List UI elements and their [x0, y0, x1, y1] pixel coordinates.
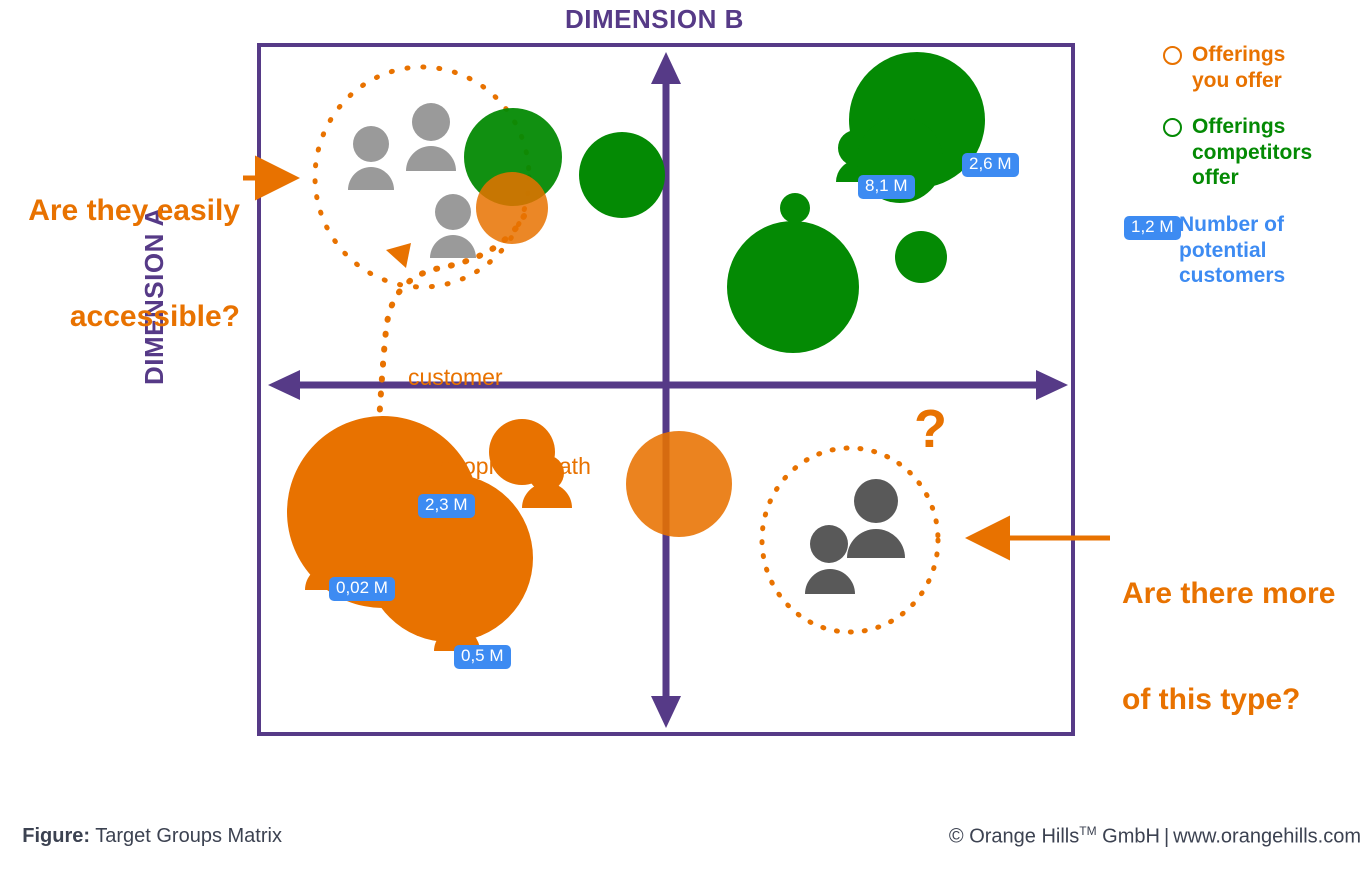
- legend: Offerings you offer Offerings competitor…: [1124, 42, 1361, 310]
- value-badge: 0,5 M: [454, 645, 511, 669]
- value-badge: 0,02 M: [329, 577, 395, 601]
- bubble-own: [476, 172, 548, 244]
- accessibility-question-line1: Are they easily: [28, 193, 240, 227]
- unknown-type-cluster-circle: [759, 445, 941, 635]
- competitor-cluster-top-right: [727, 52, 985, 353]
- unknown-type-question: Are there more of this type?: [1122, 505, 1361, 788]
- legend-label-line2: competitors: [1192, 140, 1313, 164]
- bubble-own-center: [626, 431, 732, 537]
- path-label-line1: customer: [408, 363, 503, 390]
- footer-separator: |: [1163, 825, 1170, 848]
- axis-arrow-right: [1036, 370, 1068, 400]
- entity-text: GmbH: [1102, 825, 1160, 848]
- unknown-type-question-line1: Are there more: [1122, 576, 1336, 610]
- legend-marker-own: [1152, 42, 1192, 65]
- bubble-own-small: [433, 593, 473, 633]
- value-badge: 2,3 M: [418, 494, 475, 518]
- value-badge-sample: 1,2 M: [1124, 216, 1181, 240]
- bubble-competitor-small: [780, 193, 810, 223]
- accessibility-question: Are they easily accessible?: [0, 122, 240, 405]
- question-mark-annotation: ?: [914, 399, 947, 459]
- person-icon: [348, 126, 394, 190]
- accessibility-question-line2: accessible?: [69, 299, 240, 333]
- target-groups-matrix-figure: DIMENSION B DIMENSION A Are they easily …: [0, 0, 1361, 848]
- figure-caption-title: Target Groups Matrix: [95, 825, 282, 847]
- x-axis-title: DIMENSION B: [565, 4, 744, 34]
- axis-arrow-down: [651, 696, 681, 728]
- person-icon: [406, 103, 456, 171]
- bubble-competitor: [895, 231, 947, 283]
- value-badge: 2,6 M: [962, 153, 1019, 177]
- path-label-line2: development path: [408, 453, 591, 480]
- bubble-competitor: [727, 221, 859, 353]
- axis-arrow-up: [651, 52, 681, 84]
- legend-label-own: Offerings you offer: [1192, 42, 1285, 93]
- legend-label-competitor: Offerings competitors offer: [1192, 114, 1312, 191]
- legend-item-own-offerings: Offerings you offer: [1152, 42, 1361, 93]
- person-icon: [847, 479, 905, 558]
- person-icon: [430, 194, 476, 258]
- legend-label-line1: Offerings: [1192, 115, 1286, 139]
- bubble-competitor: [579, 132, 665, 218]
- trademark-symbol: TM: [1079, 824, 1097, 838]
- legend-label-line2: you offer: [1192, 68, 1282, 92]
- circle-outline-orange-icon: [1162, 46, 1182, 65]
- legend-marker-competitor: [1152, 114, 1192, 138]
- legend-label-line3: customers: [1179, 264, 1286, 288]
- copyright-text: © Orange Hills: [948, 825, 1080, 848]
- unknown-type-question-line2: of this type?: [1122, 682, 1301, 716]
- legend-label-line1: Offerings: [1192, 43, 1286, 66]
- circle-outline-green-icon: [1162, 118, 1182, 138]
- legend-label-line3: offer: [1192, 166, 1239, 190]
- person-marker-group-unknown: [805, 479, 905, 594]
- copyright-line: © Orange HillsTM GmbH | www.orangehills.co…: [927, 802, 1361, 872]
- path-direction-triangle: [386, 243, 411, 268]
- person-icon: [805, 525, 855, 594]
- legend-item-potential-customers: 1,2 M Number of potential customers: [1124, 212, 1361, 289]
- legend-item-competitor-offerings: Offerings competitors offer: [1152, 114, 1361, 191]
- legend-label-line1: Number of: [1179, 213, 1284, 237]
- legend-marker-badge: 1,2 M: [1124, 212, 1181, 240]
- legend-label-line2: potential: [1179, 238, 1267, 262]
- value-badge: 8,1 M: [858, 175, 915, 199]
- figure-caption: Figure: Target Groups Matrix: [0, 802, 282, 871]
- website-link[interactable]: www.orangehills.com: [1173, 826, 1361, 848]
- person-marker-group-unreached: [348, 103, 476, 258]
- axis-arrow-left: [268, 370, 300, 400]
- legend-label-potential-customers: Number of potential customers: [1179, 212, 1285, 289]
- bubble-own-small: [307, 530, 347, 570]
- figure-caption-prefix: Figure:: [22, 825, 91, 847]
